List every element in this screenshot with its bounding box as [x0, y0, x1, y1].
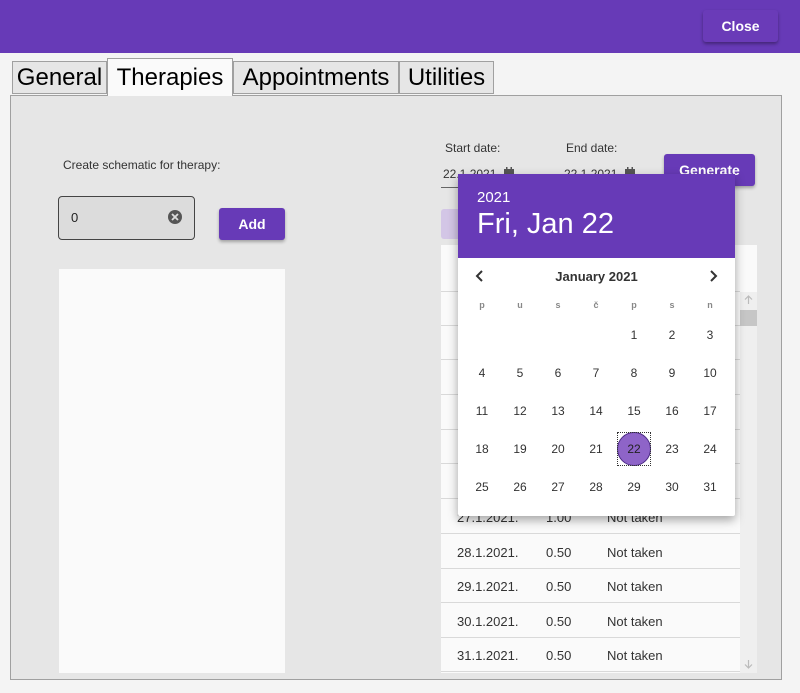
tab-utilities[interactable]: Utilities: [399, 61, 494, 94]
calendar-day[interactable]: 6: [541, 356, 575, 390]
calendar-day[interactable]: 27: [541, 470, 575, 504]
calendar-day[interactable]: 28: [579, 470, 613, 504]
calendar-day[interactable]: 2: [655, 318, 689, 352]
row-status: Not taken: [607, 614, 663, 629]
scroll-down-icon[interactable]: [744, 659, 753, 669]
close-button[interactable]: Close: [703, 10, 778, 42]
calendar-day[interactable]: 26: [503, 470, 537, 504]
row-dose: 0.50: [546, 545, 572, 560]
top-bar: Close: [0, 0, 800, 53]
table-row[interactable]: 30.1.2021. 0.50 Not taken: [441, 604, 740, 638]
table-row[interactable]: 28.1.2021. 0.50 Not taken: [441, 535, 740, 569]
row-dose: 0.50: [546, 648, 572, 663]
table-row[interactable]: 31.1.2021. 0.50 Not taken: [441, 638, 740, 672]
row-date: 29.1.2021.: [457, 579, 519, 594]
vertical-scrollbar[interactable]: [740, 292, 757, 673]
calendar-day[interactable]: 5: [503, 356, 537, 390]
date-picker-popup[interactable]: 2021 Fri, Jan 22 January 2021 pusčpsn 12…: [458, 174, 735, 516]
calendar-day[interactable]: 21: [579, 432, 613, 466]
calendar-day-selected[interactable]: 22: [617, 432, 651, 466]
calendar-day[interactable]: 3: [693, 318, 727, 352]
weekday-label: p: [479, 300, 485, 310]
therapy-number-value: 0: [71, 210, 79, 225]
calendar-day[interactable]: 29: [617, 470, 651, 504]
calendar-day[interactable]: 17: [693, 394, 727, 428]
tab-appointments[interactable]: Appointments: [233, 61, 399, 94]
row-date: 30.1.2021.: [457, 614, 519, 629]
weekday-label: s: [555, 300, 561, 310]
create-schematic-label: Create schematic for therapy:: [63, 158, 221, 172]
add-button[interactable]: Add: [219, 208, 285, 240]
weekday-label: n: [707, 300, 713, 310]
scroll-up-icon[interactable]: [744, 295, 753, 305]
tab-general[interactable]: General: [12, 61, 107, 94]
calendar-day[interactable]: 16: [655, 394, 689, 428]
calendar-day[interactable]: 31: [693, 470, 727, 504]
calendar-day[interactable]: 13: [541, 394, 575, 428]
calendar-day[interactable]: 19: [503, 432, 537, 466]
chevron-right-icon[interactable]: [705, 268, 721, 284]
clear-icon[interactable]: [167, 209, 183, 225]
calendar-day[interactable]: 23: [655, 432, 689, 466]
picker-year[interactable]: 2021: [477, 189, 510, 206]
row-status: Not taken: [607, 648, 663, 663]
calendar-day[interactable]: 14: [579, 394, 613, 428]
calendar-day[interactable]: 8: [617, 356, 651, 390]
picker-month-label: January 2021: [555, 269, 638, 284]
calendar-day[interactable]: 1: [617, 318, 651, 352]
scrollbar-thumb[interactable]: [740, 310, 757, 326]
row-date: 28.1.2021.: [457, 545, 519, 560]
calendar-day[interactable]: 25: [465, 470, 499, 504]
row-dose: 0.50: [546, 579, 572, 594]
calendar-day[interactable]: 10: [693, 356, 727, 390]
therapy-number-input[interactable]: 0: [58, 196, 195, 240]
calendar-day[interactable]: 11: [465, 394, 499, 428]
calendar-day[interactable]: 9: [655, 356, 689, 390]
start-date-label: Start date:: [445, 141, 501, 155]
row-status: Not taken: [607, 545, 663, 560]
calendar-day[interactable]: 12: [503, 394, 537, 428]
therapy-list[interactable]: [59, 269, 285, 673]
calendar-day[interactable]: 4: [465, 356, 499, 390]
calendar-day[interactable]: 15: [617, 394, 651, 428]
picker-selected-date: Fri, Jan 22: [477, 208, 614, 240]
weekday-label: č: [593, 300, 599, 310]
weekday-label: p: [631, 300, 637, 310]
calendar-day[interactable]: 18: [465, 432, 499, 466]
calendar-day[interactable]: 20: [541, 432, 575, 466]
date-picker-header: 2021 Fri, Jan 22: [458, 174, 735, 258]
calendar-day[interactable]: 24: [693, 432, 727, 466]
tab-therapies[interactable]: Therapies: [107, 58, 233, 96]
weekday-label: s: [669, 300, 675, 310]
table-row[interactable]: 29.1.2021. 0.50 Not taken: [441, 569, 740, 603]
calendar-day[interactable]: 30: [655, 470, 689, 504]
weekday-label: u: [517, 300, 523, 310]
calendar-day[interactable]: 7: [579, 356, 613, 390]
row-dose: 0.50: [546, 614, 572, 629]
row-status: Not taken: [607, 579, 663, 594]
end-date-label: End date:: [566, 141, 618, 155]
row-date: 31.1.2021.: [457, 648, 519, 663]
